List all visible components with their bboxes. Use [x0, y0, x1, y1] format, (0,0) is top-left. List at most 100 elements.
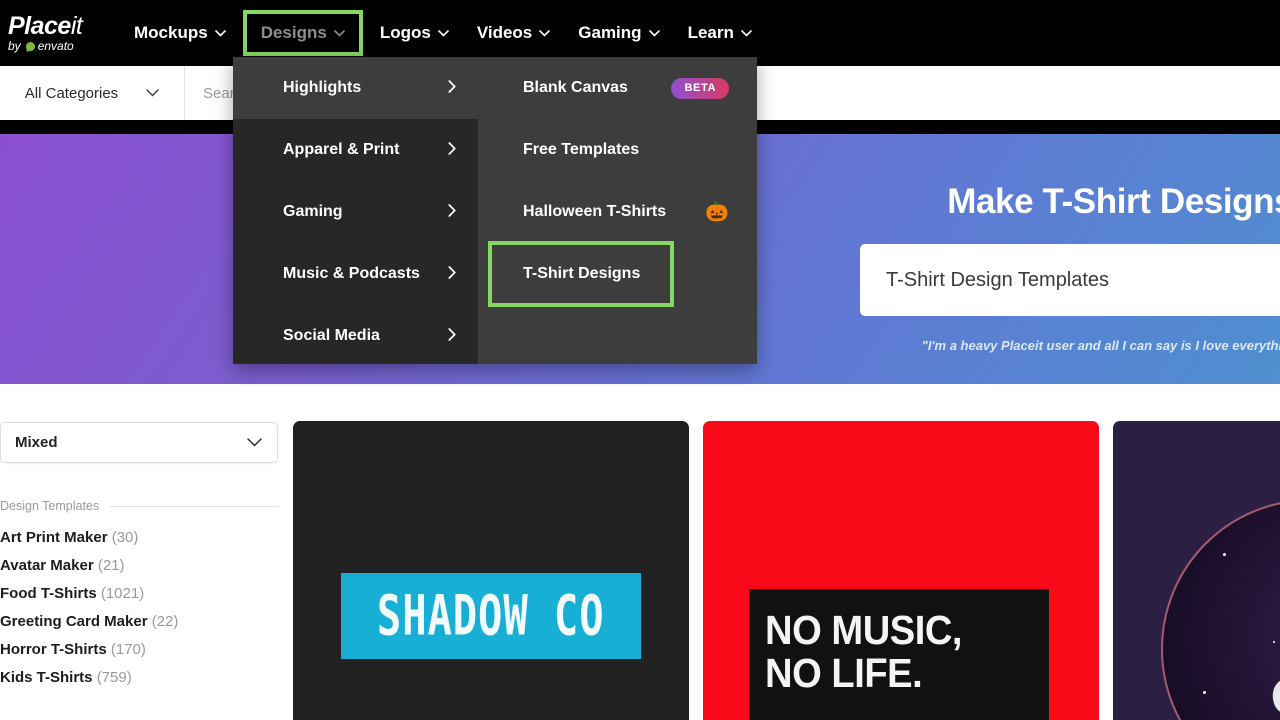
- hero-search-input[interactable]: T-Shirt Design Templates: [860, 244, 1280, 316]
- chevron-right-icon: [448, 266, 456, 282]
- nav-item-label: Gaming: [578, 23, 642, 42]
- dropdown-item-gaming[interactable]: Gaming: [233, 181, 478, 243]
- dropdown-item-halloween-tshirts[interactable]: Halloween T-Shirts 🎃: [478, 181, 757, 243]
- dropdown-item-label: Halloween T-Shirts: [523, 203, 667, 220]
- chevron-down-icon: [438, 29, 449, 37]
- chevron-down-icon: [539, 29, 551, 37]
- dropdown-right-column: Blank Canvas BETA Free Templates Hallowe…: [478, 57, 757, 364]
- chevron-down-icon: [247, 438, 262, 447]
- logo-wordmark: Placeit: [8, 12, 83, 40]
- dropdown-item-label: Highlights: [283, 79, 362, 96]
- shadow-co-artwork: SHADOW CO: [341, 573, 641, 659]
- dropdown-item-free-templates[interactable]: Free Templates: [478, 119, 757, 181]
- no-music-artwork: NO MUSIC, NO LIFE.: [749, 589, 1049, 720]
- astronaut-title-text: IN: [1173, 457, 1280, 475]
- nav-item-label: Logos: [379, 23, 431, 42]
- category-count: (22): [151, 612, 179, 630]
- dropdown-item-label: Gaming: [283, 203, 343, 220]
- sidebar-section-header: Design Templates: [0, 499, 278, 513]
- main-content: Mixed Design Templates Art Print Maker (…: [0, 384, 1280, 720]
- chevron-down-icon: [648, 29, 660, 37]
- dropdown-item-apparel-print[interactable]: Apparel & Print: [233, 119, 478, 181]
- dropdown-item-label: Blank Canvas: [523, 79, 628, 96]
- sidebar-category-list: Art Print Maker (30) Avatar Maker (21) F…: [0, 523, 278, 691]
- dropdown-item-label: Apparel & Print: [283, 141, 400, 158]
- all-categories-dropdown[interactable]: All Categories: [0, 66, 185, 120]
- category-label: Greeting Card Maker: [0, 612, 148, 630]
- dropdown-item-music-podcasts[interactable]: Music & Podcasts: [233, 243, 478, 305]
- designs-dropdown-menu: Highlights Apparel & Print Gaming Music …: [233, 57, 757, 364]
- category-label: Avatar Maker: [0, 556, 94, 574]
- dropdown-item-highlights[interactable]: Highlights: [233, 57, 478, 119]
- envato-leaf-icon: [24, 40, 36, 52]
- nav-item-mockups[interactable]: Mockups: [120, 14, 240, 52]
- list-item[interactable]: Greeting Card Maker (22): [0, 607, 278, 635]
- sidebar-section-title: Design Templates: [0, 499, 100, 513]
- sort-dropdown-value: Mixed: [15, 434, 58, 451]
- category-label: Food T-Shirts: [0, 584, 97, 602]
- chevron-right-icon: [448, 80, 456, 96]
- category-count: (759): [96, 668, 132, 686]
- nav-item-label: Designs: [260, 23, 327, 42]
- all-categories-label: All Categories: [24, 84, 119, 102]
- placeit-logo[interactable]: Placeit by envato: [8, 12, 104, 53]
- category-label: Kids T-Shirts: [0, 668, 93, 686]
- hero-search-value: T-Shirt Design Templates: [886, 268, 1110, 291]
- star: [1223, 553, 1226, 556]
- chevron-down-icon: [214, 29, 226, 37]
- shadow-co-text: SHADOW CO: [377, 584, 605, 648]
- nav-item-label: Learn: [687, 23, 734, 42]
- dropdown-item-label: T-Shirt Designs: [523, 265, 641, 282]
- nav-item-gaming[interactable]: Gaming: [564, 14, 673, 52]
- chevron-down-icon: [334, 29, 345, 37]
- template-card-grid: SHADOW CO NO MUSIC, NO LIFE. IN: [290, 384, 1280, 720]
- template-card-no-music-no-life[interactable]: NO MUSIC, NO LIFE.: [703, 421, 1099, 720]
- astronaut-illustration: [1251, 680, 1280, 720]
- template-card-shadow-co[interactable]: SHADOW CO: [293, 421, 689, 720]
- logo-byline: by envato: [8, 39, 74, 53]
- template-card-astronaut[interactable]: IN: [1113, 421, 1280, 720]
- dropdown-left-column: Highlights Apparel & Print Gaming Music …: [233, 57, 478, 364]
- list-item[interactable]: Kids T-Shirts (759): [0, 663, 278, 691]
- dropdown-item-label: Free Templates: [523, 141, 640, 158]
- page-root: Placeit by envato Mockups Designs Logos V…: [0, 0, 1280, 720]
- divider: [109, 505, 278, 507]
- beta-badge: BETA: [671, 77, 729, 99]
- nav-item-label: Mockups: [134, 23, 208, 42]
- astronaut-space-scene: [1161, 499, 1280, 720]
- hero-content: Make T-Shirt Designs in T-Shirt Design T…: [760, 134, 1280, 384]
- category-label: Horror T-Shirts: [0, 640, 107, 658]
- dropdown-item-blank-canvas[interactable]: Blank Canvas BETA: [478, 57, 757, 119]
- hero-title: Make T-Shirt Designs in: [947, 182, 1280, 221]
- list-item[interactable]: Horror T-Shirts (170): [0, 635, 278, 663]
- pumpkin-icon: 🎃: [705, 201, 729, 223]
- star: [1203, 691, 1206, 694]
- category-count: (1021): [100, 584, 145, 602]
- hero-testimonial-quote: "I'm a heavy Placeit user and all I can …: [921, 338, 1280, 353]
- no-music-line-1: NO MUSIC,: [765, 607, 963, 653]
- chevron-right-icon: [448, 328, 456, 344]
- nav-item-label: Videos: [476, 23, 533, 42]
- chevron-right-icon: [448, 204, 456, 220]
- dropdown-item-tshirt-designs[interactable]: T-Shirt Designs: [488, 241, 674, 307]
- nav-item-logos[interactable]: Logos: [366, 14, 463, 52]
- dropdown-item-label: Social Media: [283, 327, 380, 344]
- no-music-line-2: NO LIFE.: [765, 650, 923, 697]
- sort-dropdown[interactable]: Mixed: [0, 422, 278, 463]
- nav-item-designs[interactable]: Designs: [242, 10, 363, 56]
- nav-item-videos[interactable]: Videos: [463, 14, 564, 52]
- chevron-right-icon: [448, 142, 456, 158]
- category-count: (170): [110, 640, 146, 658]
- category-count: (30): [111, 528, 139, 546]
- chevron-down-icon: [741, 29, 752, 37]
- nav-item-learn[interactable]: Learn: [674, 14, 766, 52]
- chevron-down-icon: [146, 89, 159, 97]
- list-item[interactable]: Food T-Shirts (1021): [0, 579, 278, 607]
- dropdown-item-social-media[interactable]: Social Media: [233, 305, 478, 367]
- dropdown-item-label: Music & Podcasts: [283, 265, 420, 282]
- category-count: (21): [97, 556, 125, 574]
- list-item[interactable]: Art Print Maker (30): [0, 523, 278, 551]
- category-label: Art Print Maker: [0, 528, 108, 546]
- sidebar-filters: Mixed Design Templates Art Print Maker (…: [0, 384, 290, 691]
- list-item[interactable]: Avatar Maker (21): [0, 551, 278, 579]
